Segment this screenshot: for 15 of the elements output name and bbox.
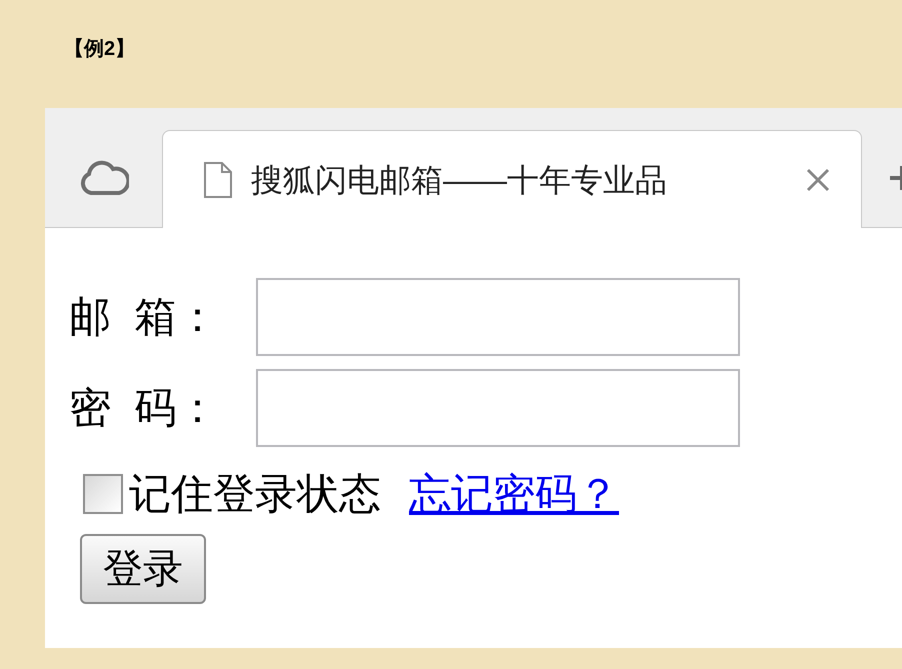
login-button[interactable]: 登录 [80,534,206,604]
input-field[interactable] [256,369,740,447]
checkbox-label: 记住登录状态 [129,473,381,515]
forgot-password-link[interactable]: 忘记密码？ [409,473,619,515]
example-heading: 【例2】 [64,38,136,60]
checkbox[interactable] [83,474,123,514]
input-field[interactable] [256,278,740,356]
tab-title: 搜狐闪电邮箱——十年专业品 [251,160,668,200]
field-label: 密 码： [69,387,220,429]
plus-icon[interactable] [888,163,902,193]
browser-tab[interactable]: 搜狐闪电邮箱——十年专业品 [162,130,862,228]
field-label: 邮 箱： [69,296,220,338]
close-icon[interactable] [805,166,831,192]
document-icon [203,160,233,198]
cloud-icon[interactable] [78,159,128,197]
